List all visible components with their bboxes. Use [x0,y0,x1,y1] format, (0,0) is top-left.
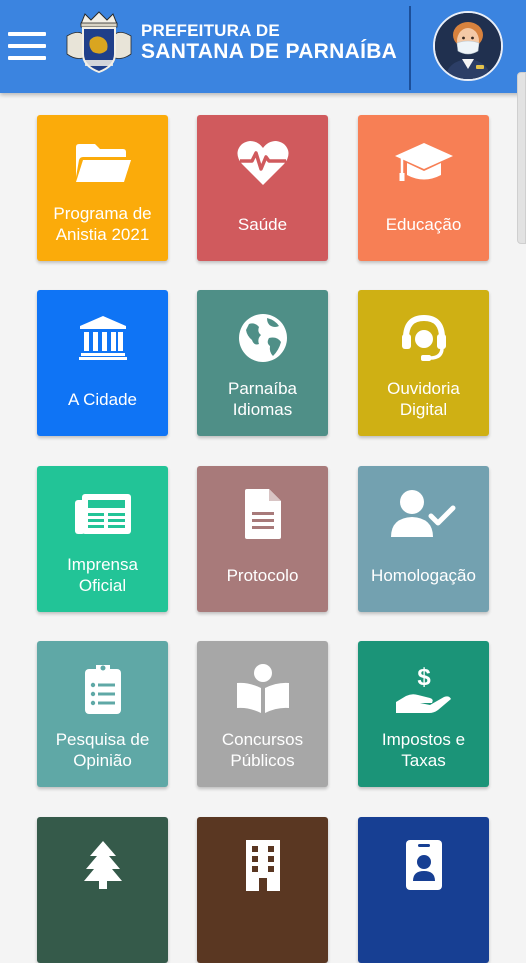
service-tile-label: Educação [385,214,462,234]
service-tile-label: Imprensa Oficial [67,555,138,595]
service-tile-user-check[interactable]: Homologação [358,466,489,612]
service-tile-tree[interactable] [37,817,168,963]
service-tile-globe[interactable]: Parnaíba Idiomas [197,290,328,436]
service-tile-clipboard-list[interactable]: Pesquisa de Opinião [37,641,168,787]
services-grid: Programa de Anistia 2021 Saúde Educação A C… [0,0,526,963]
service-tile-label: Pesquisa de Opinião [55,730,150,770]
service-tile-label: Protocolo [226,565,299,585]
service-tile-label [41,897,164,955]
building-icon [197,839,328,891]
service-tile-label [362,897,485,955]
service-tile-label: Concursos Públicos [221,730,304,770]
heart-pulse-icon [197,137,328,189]
service-tile-label: Programa de Anistia 2021 [53,204,152,244]
hand-money-icon: $ [358,663,489,715]
city-hall-icon [37,312,168,364]
service-tile-label: Homologação [371,565,476,585]
service-tile-label: Saúde [237,214,288,234]
headset-icon [358,312,489,364]
service-tile-id-badge[interactable] [358,817,489,963]
service-tile-city-hall[interactable]: A Cidade [37,290,168,436]
svg-text:$: $ [417,664,431,691]
service-tile-headset[interactable]: Ouvidoria Digital [358,290,489,436]
folder-icon [37,137,168,189]
service-tile-graduation-cap[interactable]: Educação [358,115,489,261]
service-tile-building[interactable] [197,817,328,963]
service-tile-label: Parnaíba Idiomas [228,379,297,419]
service-tile-label: Ouvidoria Digital [387,379,460,419]
service-tile-document[interactable]: Protocolo [197,466,328,612]
id-badge-icon [358,839,489,891]
document-icon [197,488,328,540]
service-tile-label [201,897,324,955]
globe-icon [197,312,328,364]
service-tile-newspaper[interactable]: Imprensa Oficial [37,466,168,612]
service-tile-hand-money[interactable]: $ Impostos e Taxas [358,641,489,787]
clipboard-list-icon [37,663,168,715]
graduation-cap-icon [358,137,489,189]
service-tile-reader-book[interactable]: Concursos Públicos [197,641,328,787]
service-tile-label: Impostos e Taxas [381,730,466,770]
newspaper-icon [37,488,168,540]
tree-icon [37,839,168,891]
reader-book-icon [197,663,328,715]
user-check-icon [358,488,489,540]
service-tile-folder[interactable]: Programa de Anistia 2021 [37,115,168,261]
service-tile-label: A Cidade [68,389,137,409]
service-tile-heart-pulse[interactable]: Saúde [197,115,328,261]
